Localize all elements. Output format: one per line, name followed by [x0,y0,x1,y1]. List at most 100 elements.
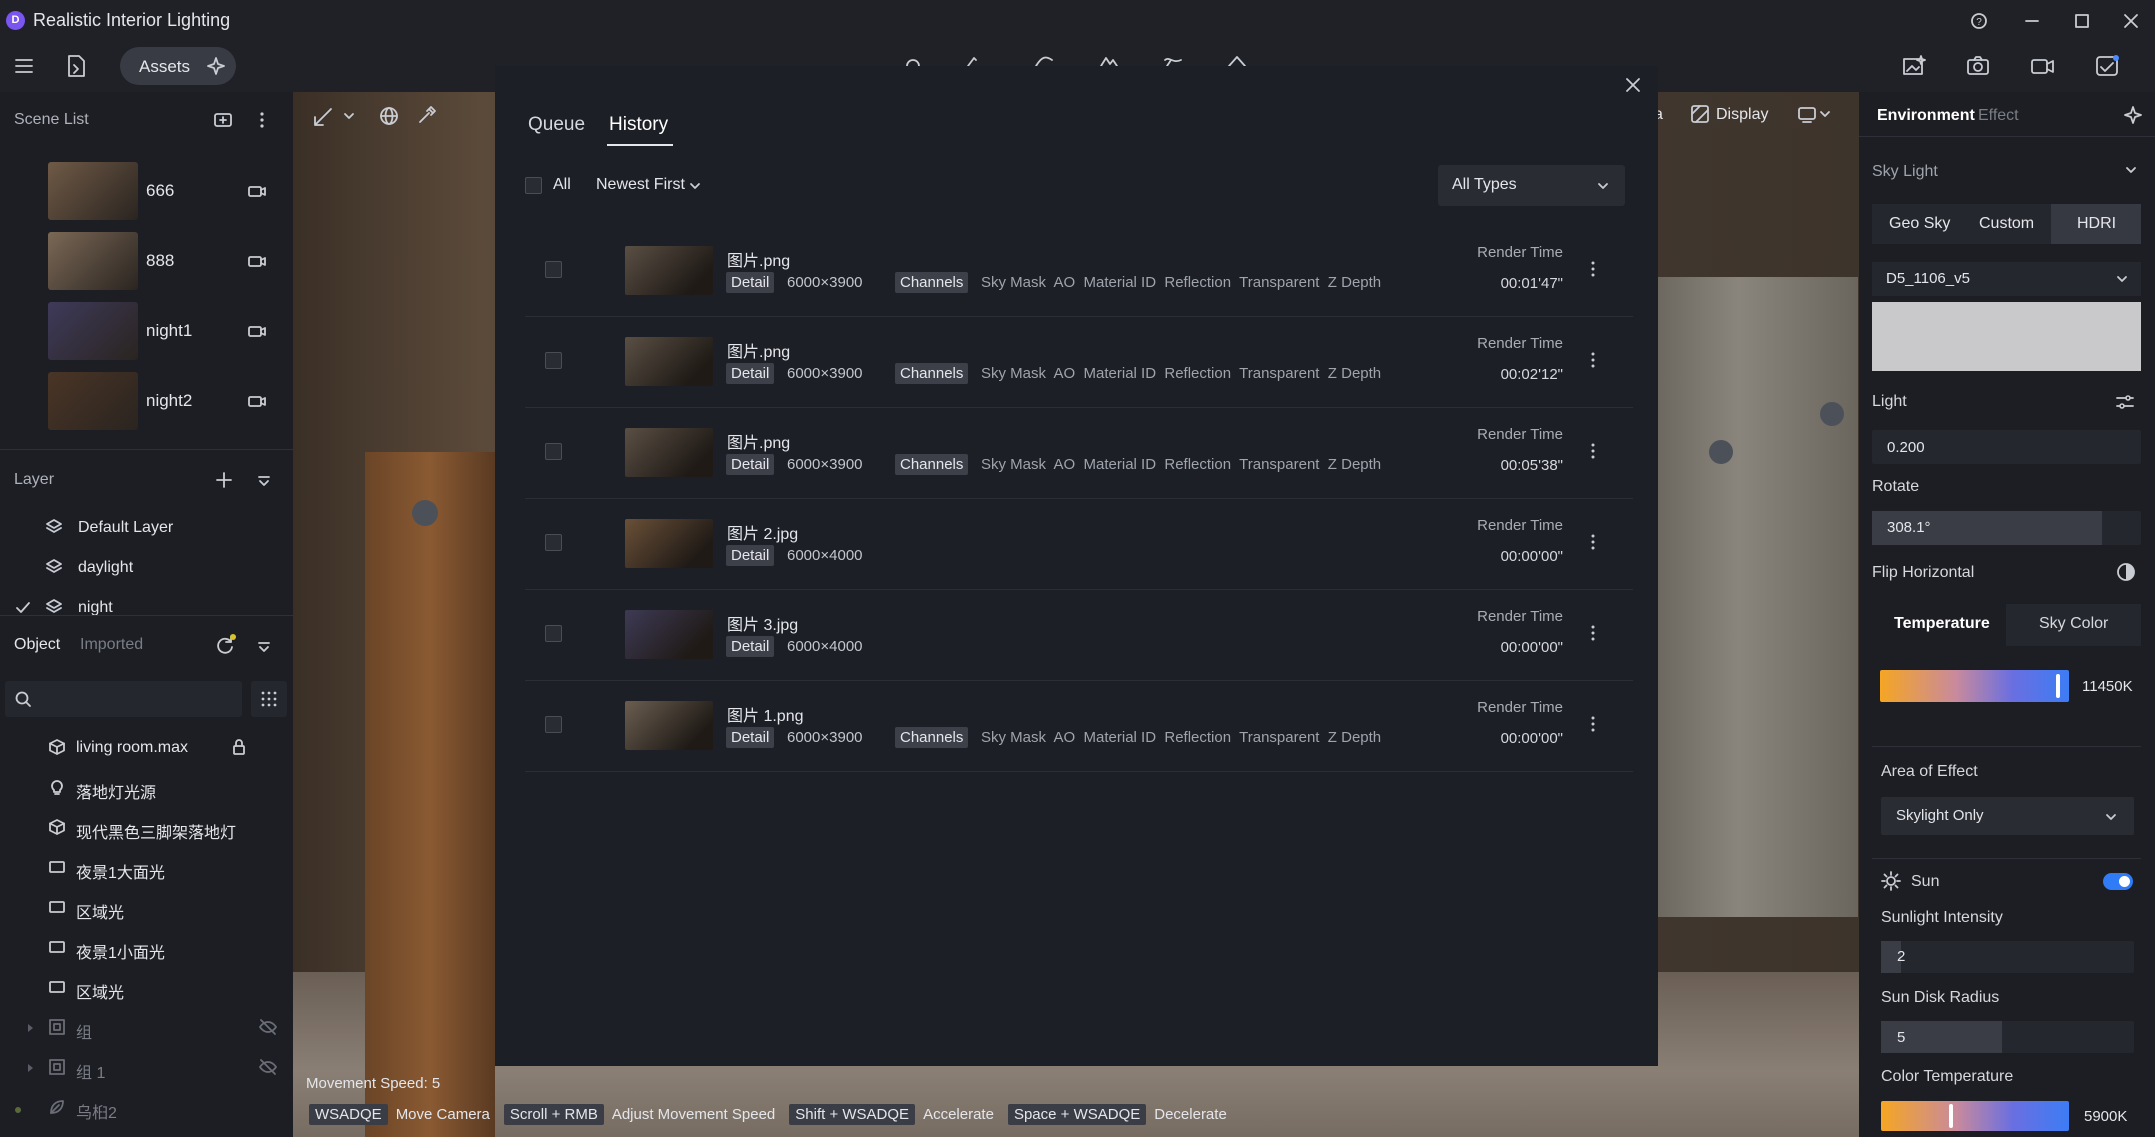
layer-collapse-icon[interactable] [256,470,272,490]
scene-camera-icon[interactable] [247,253,267,269]
display-icon[interactable] [1690,104,1710,124]
scene-thumbnail[interactable] [48,372,138,430]
hidden-eye-icon[interactable] [258,1058,278,1076]
help-icon[interactable]: ? [1970,12,1988,30]
scene-name[interactable]: 666 [146,181,174,201]
scene-thumbnail[interactable] [48,302,138,360]
color-temperature-thumb[interactable] [1949,1104,1953,1128]
object-name[interactable]: 落地灯光源 [76,779,156,803]
row-checkbox[interactable] [545,443,562,460]
tab-environment[interactable]: Environment [1877,107,1975,125]
row-more-icon[interactable] [1590,351,1596,369]
light-marker-icon[interactable] [1820,402,1844,426]
object-name[interactable]: 组 1 [76,1059,105,1083]
row-more-icon[interactable] [1590,624,1596,642]
row-checkbox[interactable] [545,352,562,369]
object-name[interactable]: 乌桕2 [76,1099,117,1123]
object-name[interactable]: 区域光 [76,979,124,1003]
temperature-slider[interactable] [1880,670,2069,702]
lock-icon[interactable] [230,738,248,756]
scene-thumbnail[interactable] [48,232,138,290]
view-settings-icon[interactable] [1797,104,1833,124]
object-name[interactable]: 区域光 [76,899,124,923]
sunlight-intensity-slider[interactable] [1881,941,2134,973]
import-file-icon[interactable] [64,53,88,79]
menu-icon[interactable] [13,56,35,76]
sync-icon[interactable] [213,633,237,657]
add-scene-icon[interactable] [213,110,233,130]
tab-history[interactable]: History [609,114,668,136]
tab-effect[interactable]: Effect [1978,107,2019,125]
row-checkbox[interactable] [545,261,562,278]
image-render-icon[interactable] [1901,54,1927,78]
expand-arrow-icon[interactable] [28,1024,33,1032]
sparkle-icon[interactable] [2122,104,2144,126]
render-thumbnail[interactable] [625,246,713,295]
light-marker-icon[interactable] [1709,440,1733,464]
render-thumbnail[interactable] [625,337,713,386]
channels-list: Sky Mask AO Material ID Reflection Trans… [981,456,1382,473]
render-queue-icon[interactable] [2094,54,2120,78]
row-checkbox[interactable] [545,625,562,642]
hidden-eye-icon[interactable] [258,1018,278,1036]
row-more-icon[interactable] [1590,715,1596,733]
expand-arrow-icon[interactable] [28,1064,33,1072]
temperature-slider-thumb[interactable] [2056,674,2060,698]
camera-icon[interactable] [1966,54,1990,78]
flip-toggle-icon[interactable] [2116,562,2136,582]
select-all-checkbox[interactable] [525,177,542,194]
row-checkbox[interactable] [545,716,562,733]
scene-more-icon[interactable] [257,110,267,130]
scene-name[interactable]: night2 [146,391,192,411]
sky-mode-hdri[interactable]: HDRI [2077,215,2116,233]
close-window-icon[interactable] [2122,12,2140,30]
render-thumbnail[interactable] [625,701,713,750]
tab-sky-color[interactable]: Sky Color [2039,615,2108,633]
render-thumbnail[interactable] [625,610,713,659]
object-collapse-icon[interactable] [256,636,272,656]
row-more-icon[interactable] [1590,533,1596,551]
chevron-down-icon[interactable] [2124,164,2138,176]
scene-name[interactable]: night1 [146,321,192,341]
eyedropper-icon[interactable] [416,104,438,126]
scene-camera-icon[interactable] [247,323,267,339]
add-layer-icon[interactable] [214,470,234,490]
sun-toggle[interactable] [2103,873,2133,890]
object-name[interactable]: living room.max [76,739,188,757]
maximize-icon[interactable] [2073,12,2091,30]
object-name[interactable]: 现代黑色三脚架落地灯 [76,819,236,843]
scene-name[interactable]: 888 [146,251,174,271]
adjust-icon[interactable] [2115,393,2135,411]
tab-imported[interactable]: Imported [80,636,143,654]
light-marker-icon[interactable] [412,500,438,526]
object-name[interactable]: 夜景1小面光 [76,939,165,963]
object-search-input[interactable] [5,681,242,717]
sort-dropdown[interactable]: Newest First [596,176,685,194]
video-icon[interactable] [2030,54,2056,78]
scene-thumbnail[interactable] [48,162,138,220]
close-dialog-icon[interactable] [1624,76,1642,94]
sky-mode-geo-sky[interactable]: Geo Sky [1889,215,1950,233]
tab-temperature[interactable]: Temperature [1894,615,1990,633]
row-more-icon[interactable] [1590,260,1596,278]
globe-icon[interactable] [378,105,400,127]
tab-object[interactable]: Object [14,636,60,654]
hdri-preview-image[interactable] [1872,302,2141,371]
layer-name[interactable]: daylight [78,559,133,577]
minimize-icon[interactable] [2023,12,2041,30]
tab-queue[interactable]: Queue [528,114,585,136]
object-name[interactable]: 组 [76,1019,92,1043]
object-name[interactable]: 夜景1大面光 [76,859,165,883]
scene-camera-icon[interactable] [247,183,267,199]
sky-mode-custom[interactable]: Custom [1979,215,2034,233]
ai-sparkle-icon[interactable] [205,55,227,77]
render-thumbnail[interactable] [625,519,713,568]
transform-tool-button[interactable] [307,101,359,133]
display-button[interactable]: Display [1716,106,1768,124]
color-temperature-slider[interactable] [1881,1101,2069,1131]
layer-name[interactable]: Default Layer [78,519,173,537]
render-thumbnail[interactable] [625,428,713,477]
scene-camera-icon[interactable] [247,393,267,409]
row-checkbox[interactable] [545,534,562,551]
row-more-icon[interactable] [1590,442,1596,460]
